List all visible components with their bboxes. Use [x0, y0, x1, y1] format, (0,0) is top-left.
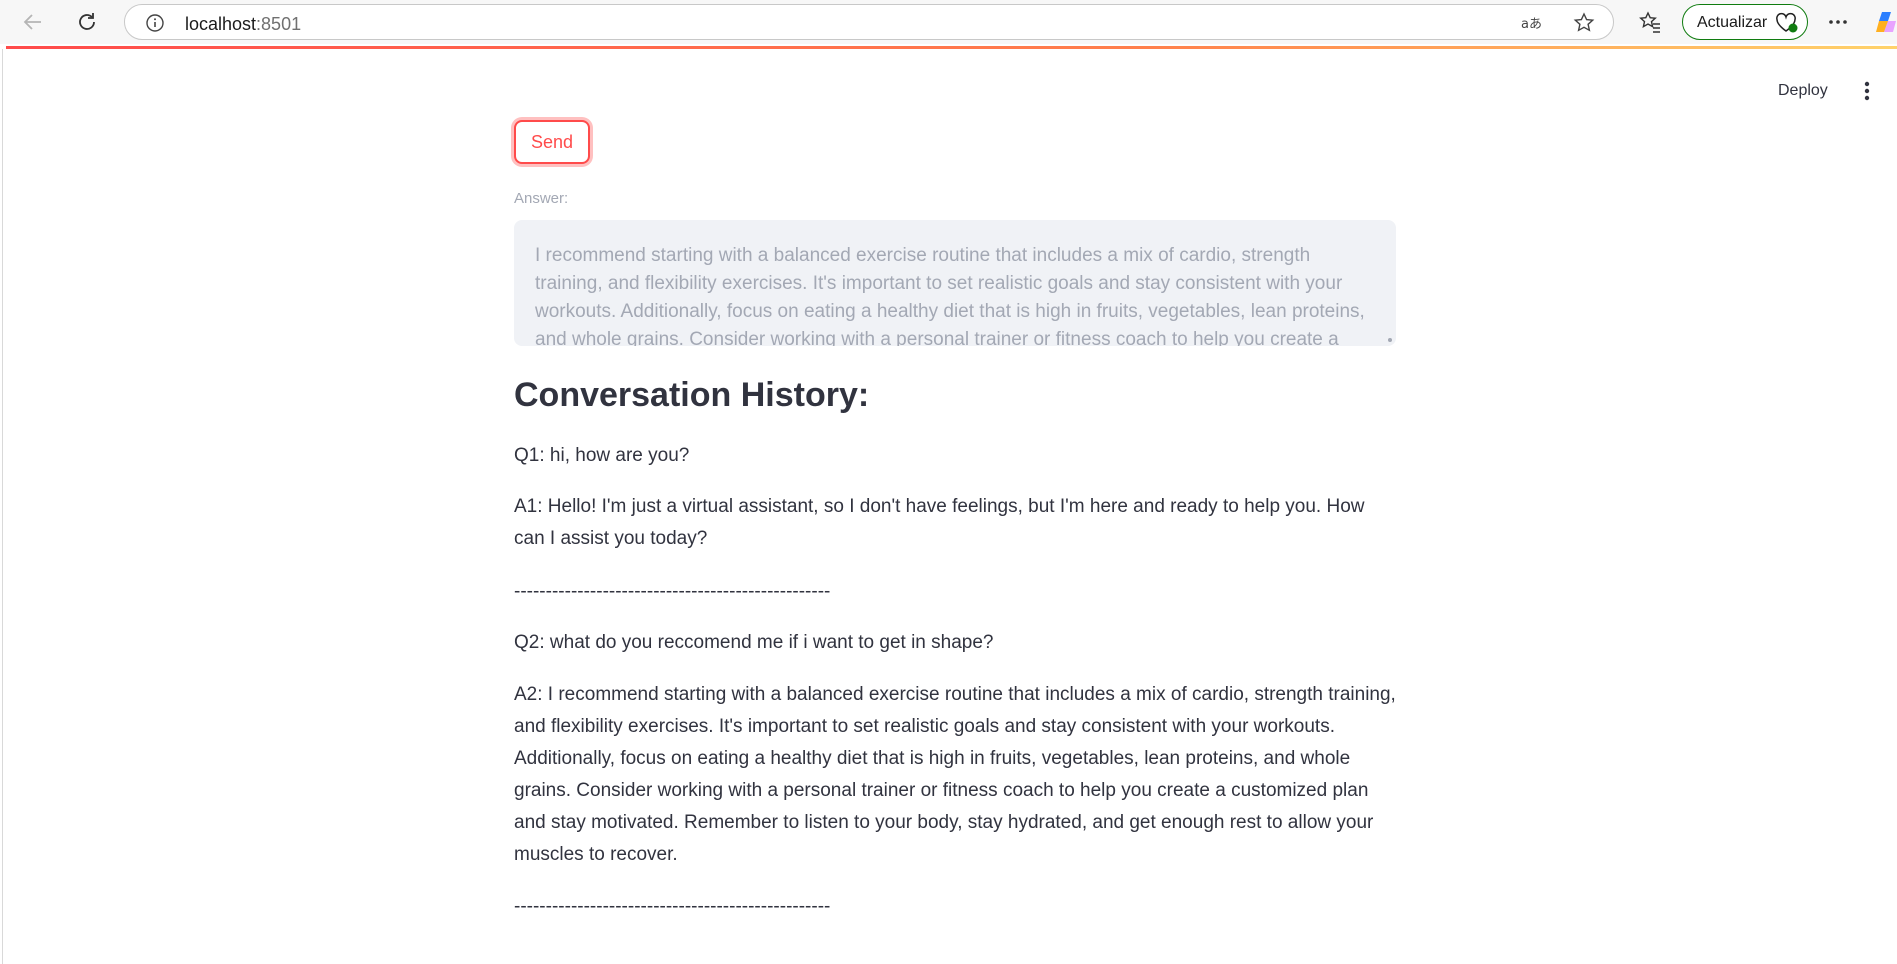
send-button[interactable]: Send: [514, 120, 590, 164]
star-icon[interactable]: [1573, 12, 1595, 39]
update-label: Actualizar: [1697, 14, 1768, 31]
history-answer-1: A1: Hello! I'm just a virtual assistant,…: [514, 496, 1365, 549]
history-title: Conversation History:: [514, 376, 870, 414]
textarea-resize-handle[interactable]: [1388, 338, 1392, 342]
url-host: localhost: [185, 14, 257, 34]
kebab-menu-icon[interactable]: [1857, 80, 1877, 102]
answer-label: Answer:: [514, 190, 569, 207]
history-separator-1: ----------------------------------------…: [514, 581, 831, 602]
url-text: localhost:8501: [185, 14, 301, 35]
reload-icon[interactable]: [73, 8, 101, 36]
info-icon[interactable]: [145, 13, 165, 38]
more-icon[interactable]: [1826, 12, 1850, 37]
answer-textarea[interactable]: I recommend starting with a balanced exe…: [514, 220, 1396, 346]
deploy-button[interactable]: Deploy: [1778, 82, 1828, 100]
history-separator-2: ----------------------------------------…: [514, 896, 831, 917]
back-arrow-icon[interactable]: [19, 8, 47, 36]
browser-toolbar: localhost:8501 aあ Actualizar: [0, 0, 1897, 44]
history-question-1: Q1: hi, how are you?: [514, 445, 690, 466]
heart-icon: [1775, 12, 1799, 39]
copilot-icon[interactable]: [1876, 10, 1897, 39]
favorites-icon[interactable]: [1638, 10, 1662, 39]
read-aloud-icon[interactable]: aあ: [1520, 13, 1544, 38]
history-question-2: Q2: what do you reccomend me if i want t…: [514, 632, 994, 653]
address-bar[interactable]: localhost:8501 aあ: [124, 4, 1614, 40]
svg-text:aあ: aあ: [1521, 17, 1542, 32]
url-port: :8501: [256, 14, 302, 34]
update-button[interactable]: Actualizar: [1682, 4, 1808, 40]
history-answer-2: A2: I recommend starting with a balanced…: [514, 684, 1396, 865]
